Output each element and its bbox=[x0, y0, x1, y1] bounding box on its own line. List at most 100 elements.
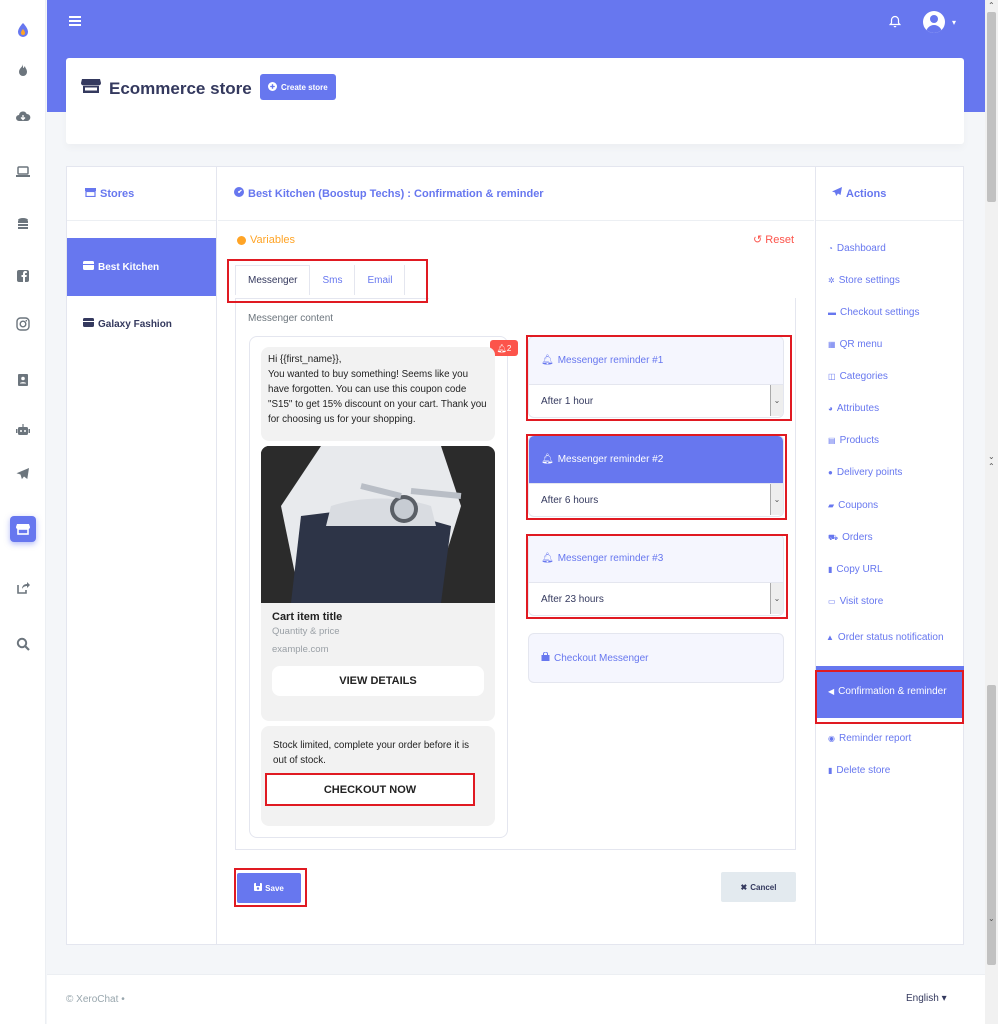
stores-header-label: Stores bbox=[100, 187, 135, 200]
reminder-3-header[interactable]: 🔔︎ Messenger reminder #3 bbox=[529, 535, 783, 582]
card-title: Cart item title bbox=[272, 611, 343, 623]
action-label: Checkout settings bbox=[840, 307, 920, 318]
floppy-icon bbox=[254, 883, 263, 893]
copyright-label: © XeroChat bbox=[66, 994, 119, 1005]
action-label: Delete store bbox=[836, 765, 891, 776]
scroll-down-icon[interactable]: ⌄ bbox=[988, 914, 995, 923]
undo-icon: ↺ bbox=[753, 234, 763, 246]
page-footer: © XeroChat • English ▾ bbox=[47, 974, 985, 1024]
language-selector[interactable]: English ▾ bbox=[906, 993, 947, 1004]
contact-book-icon[interactable] bbox=[11, 368, 35, 392]
action-dashboard[interactable]: ◔ Dashboard bbox=[828, 243, 962, 254]
action-label: Coupons bbox=[838, 500, 879, 511]
bell-icon: 🔔︎ bbox=[541, 355, 554, 366]
reminder-2-delay-select[interactable]: After 6 hours ⌄ bbox=[529, 483, 783, 516]
action-confirmation-reminder[interactable]: ◀ Confirmation & reminder bbox=[816, 666, 964, 718]
reminder-1-header[interactable]: 🔔︎ Messenger reminder #1 bbox=[529, 337, 783, 384]
action-delete-store[interactable]: ▮ Delete store bbox=[828, 765, 962, 776]
reminder-1-delay-select[interactable]: After 1 hour ⌄ bbox=[529, 384, 783, 417]
action-attributes[interactable]: ◕ Attributes bbox=[828, 403, 962, 414]
action-order-status-notification[interactable]: ▲ Order status notification bbox=[826, 628, 960, 648]
fire-icon[interactable] bbox=[11, 58, 35, 82]
messenger-reminder-3: 🔔︎ Messenger reminder #3 After 23 hours ⌄ bbox=[528, 534, 784, 616]
stores-column: Stores Best Kitchen Galaxy Fashion bbox=[67, 167, 217, 944]
scrollbar-thumb[interactable] bbox=[987, 12, 996, 202]
store-icon[interactable] bbox=[10, 516, 36, 542]
scroll-up-icon[interactable]: ⌃ bbox=[988, 1, 995, 10]
reminder-delay-value: After 23 hours bbox=[541, 593, 604, 605]
store-item-label: Galaxy Fashion bbox=[98, 318, 172, 330]
tab-label: Email bbox=[367, 274, 393, 286]
reminder-delay-value: After 6 hours bbox=[541, 494, 599, 506]
reset-button[interactable]: ↺ Reset bbox=[753, 233, 794, 246]
chevron-down-icon[interactable]: ▾ bbox=[952, 18, 956, 27]
content-header: Best Kitchen (Boostup Techs) : Confirmat… bbox=[218, 167, 814, 221]
cancel-button[interactable]: ✖ Cancel bbox=[721, 872, 796, 902]
action-checkout-settings[interactable]: ▬ Checkout settings bbox=[828, 307, 962, 318]
bell-icon: 🔔︎ bbox=[496, 343, 507, 353]
scrollbar-thumb-secondary[interactable] bbox=[987, 685, 996, 965]
action-products[interactable]: ▤ Products bbox=[828, 435, 962, 446]
cloud-download-icon[interactable] bbox=[11, 105, 35, 129]
scroll-up-icon: ⌃ bbox=[988, 462, 995, 471]
store-item-best-kitchen[interactable]: Best Kitchen bbox=[67, 238, 216, 296]
facebook-icon[interactable] bbox=[11, 264, 35, 288]
checkout-now-button[interactable]: CHECKOUT NOW bbox=[265, 773, 475, 806]
copy-icon: ▮ bbox=[828, 565, 833, 574]
save-button[interactable]: Save bbox=[237, 873, 301, 903]
variables-toggle[interactable]: Variables bbox=[237, 234, 295, 246]
reminder-3-delay-select[interactable]: After 23 hours ⌄ bbox=[529, 582, 783, 615]
reminder-message-textarea[interactable]: Hi {{first_name}}, You wanted to buy som… bbox=[261, 347, 495, 441]
store-item-galaxy-fashion[interactable]: Galaxy Fashion bbox=[67, 295, 216, 353]
action-visit-store[interactable]: ▭ Visit store bbox=[828, 596, 962, 607]
reset-label: Reset bbox=[765, 234, 795, 246]
action-delivery-points[interactable]: ● Delivery points bbox=[828, 467, 962, 478]
user-avatar-icon[interactable] bbox=[923, 11, 945, 33]
action-copy-url[interactable]: ▮ Copy URL bbox=[828, 564, 962, 575]
card-url: example.com bbox=[272, 644, 329, 655]
eye-icon: ◉ bbox=[828, 734, 835, 743]
action-categories[interactable]: ◫ Categories bbox=[828, 371, 962, 382]
action-coupons[interactable]: ▰ Coupons bbox=[828, 500, 962, 511]
store-icon bbox=[83, 318, 94, 330]
action-orders[interactable]: ⛟ Orders bbox=[828, 532, 962, 543]
create-store-button[interactable]: Create store bbox=[260, 74, 336, 100]
channel-tabs: Messenger Sms Email bbox=[235, 263, 429, 299]
icon-rail bbox=[0, 0, 46, 1024]
reminder-delay-value: After 1 hour bbox=[541, 395, 594, 407]
action-reminder-report[interactable]: ◉ Reminder report bbox=[828, 733, 962, 744]
action-label: Visit store bbox=[839, 596, 884, 607]
map-marker-icon: ● bbox=[828, 468, 833, 477]
search-icon[interactable] bbox=[11, 632, 35, 656]
laptop-icon[interactable] bbox=[11, 160, 35, 184]
action-label: Dashboard bbox=[836, 243, 886, 254]
chevron-down-icon: ⌄ bbox=[770, 583, 783, 614]
coins-icon[interactable] bbox=[11, 212, 35, 236]
bell-icon[interactable] bbox=[888, 15, 902, 31]
qrcode-icon: ▦ bbox=[828, 340, 836, 349]
view-details-button[interactable]: VIEW DETAILS bbox=[272, 666, 484, 696]
tab-sms[interactable]: Sms bbox=[310, 265, 356, 295]
tab-email[interactable]: Email bbox=[355, 265, 406, 295]
reminder-2-header[interactable]: 🔔︎ Messenger reminder #2 bbox=[529, 436, 783, 483]
action-qr-menu[interactable]: ▦ QR menu bbox=[828, 339, 962, 350]
instagram-icon[interactable] bbox=[11, 312, 35, 336]
logo-icon[interactable] bbox=[11, 18, 35, 42]
tab-messenger[interactable]: Messenger bbox=[235, 265, 311, 295]
trash-icon: ▮ bbox=[828, 766, 833, 775]
plus-circle-icon bbox=[268, 81, 277, 93]
action-store-settings[interactable]: ✲ Store settings bbox=[828, 275, 962, 286]
page-title-text: Ecommerce store bbox=[109, 78, 252, 98]
page-title: Ecommerce store bbox=[81, 78, 252, 99]
page-scrollbar[interactable]: ⌃ ⌄ ⌃ ⌄ bbox=[985, 0, 998, 1024]
credit-card-icon: ▬ bbox=[828, 308, 836, 317]
hamburger-icon[interactable] bbox=[69, 15, 81, 30]
checkout-messenger-panel[interactable]: Checkout Messenger bbox=[528, 633, 784, 683]
messenger-content-label: Messenger content bbox=[248, 313, 334, 324]
stores-header: Stores bbox=[67, 167, 216, 221]
bell-icon: 🔔︎ bbox=[541, 454, 554, 465]
share-icon[interactable] bbox=[11, 576, 35, 600]
telegram-icon[interactable] bbox=[11, 462, 35, 486]
store-icon bbox=[83, 261, 94, 273]
robot-icon[interactable] bbox=[11, 418, 35, 442]
